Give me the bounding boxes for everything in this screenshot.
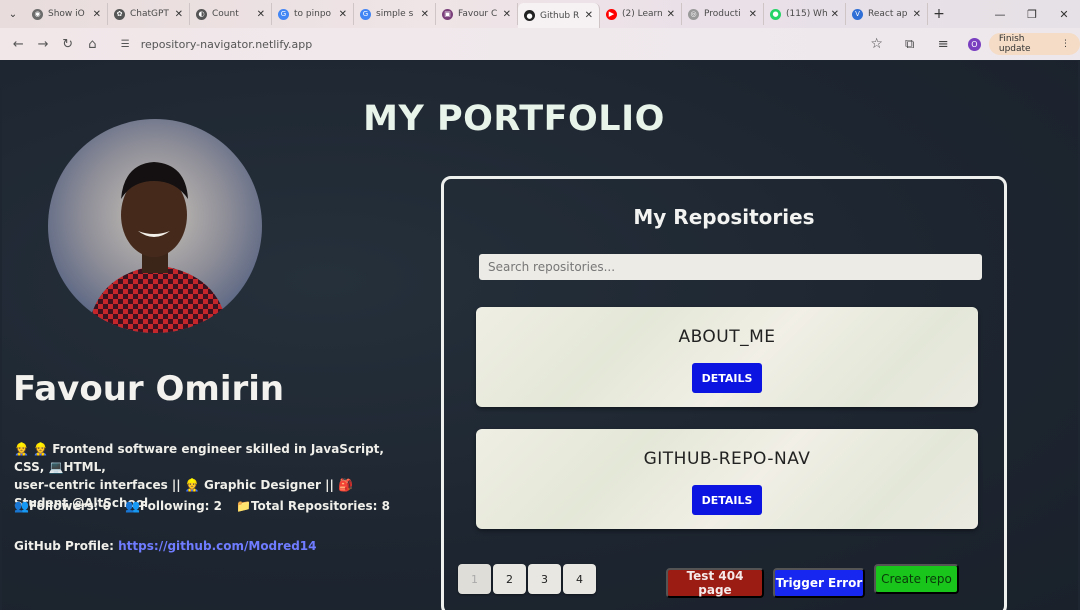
tab-favicon-icon: ◎ xyxy=(688,8,699,20)
tab-favicon-icon: ▣ xyxy=(442,8,453,20)
repository-search-input[interactable] xyxy=(479,254,982,280)
browser-tab[interactable]: ● (115) Wh ✕ xyxy=(764,3,846,25)
tab-close-icon[interactable]: ✕ xyxy=(503,9,511,20)
new-tab-button[interactable]: + xyxy=(928,6,950,22)
site-info-icon[interactable]: ☰ xyxy=(121,39,135,50)
bookmark-star-icon[interactable]: ☆ xyxy=(870,36,883,52)
page-button-3[interactable]: 3 xyxy=(528,564,561,594)
tab-label: Show iO xyxy=(48,9,85,19)
tab-label: Favour C xyxy=(458,9,498,19)
browser-tab[interactable]: ✿ ChatGPT ✕ xyxy=(108,3,190,25)
browser-tab[interactable]: ▶ (2) Learn ✕ xyxy=(600,3,682,25)
tab-close-icon[interactable]: ✕ xyxy=(667,9,675,20)
page-button-2[interactable]: 2 xyxy=(493,564,526,594)
tab-search-icon[interactable]: ⌄ xyxy=(0,0,26,28)
restore-icon[interactable]: ❐ xyxy=(1016,8,1048,21)
repositories-heading: My Repositories xyxy=(633,205,815,229)
tab-close-icon[interactable]: ✕ xyxy=(93,9,101,20)
tab-label: (115) Wh xyxy=(786,9,828,19)
tab-label: (2) Learn xyxy=(622,9,663,19)
profile-avatar[interactable]: O xyxy=(968,37,981,51)
tab-label: Producti xyxy=(704,9,741,19)
github-profile-label: GitHub Profile: xyxy=(14,539,119,553)
tab-close-icon[interactable]: ✕ xyxy=(585,10,593,21)
extensions-icon[interactable]: ⧉ xyxy=(893,37,927,52)
browser-tab[interactable]: ◎ Producti ✕ xyxy=(682,3,764,25)
tab-label: React ap xyxy=(868,9,908,19)
github-profile-link[interactable]: https://github.com/Modred14 xyxy=(118,539,316,553)
browser-tab[interactable]: Gsimple s ✕ xyxy=(354,3,436,25)
browser-tab[interactable]: ◉ Show iO ✕ xyxy=(26,3,108,25)
profile-name: Favour Omirin xyxy=(13,369,285,409)
profile-photo xyxy=(48,119,262,333)
tab-close-icon[interactable]: ✕ xyxy=(749,9,757,20)
tab-close-icon[interactable]: ✕ xyxy=(175,9,183,20)
tab-label: simple s xyxy=(376,9,414,19)
repo-details-button[interactable]: DETAILS xyxy=(692,363,762,393)
github-profile: GitHub Profile: https://github.com/Modre… xyxy=(14,539,317,553)
tab-label: to pinpo xyxy=(294,9,332,19)
tab-favicon-icon: G xyxy=(278,8,289,20)
bio-line-1: 👷 👷 Frontend software engineer skilled i… xyxy=(14,442,384,474)
tab-label: Count xyxy=(212,9,239,19)
trigger-error-button[interactable]: Trigger Error xyxy=(773,568,865,598)
browser-tab[interactable]: ▣ Favour C ✕ xyxy=(436,3,518,25)
media-queue-icon[interactable]: ≡ xyxy=(926,37,960,52)
address-bar[interactable]: ☰ repository-navigator.netlify.app ☆ xyxy=(113,32,893,56)
tab-label: Github R xyxy=(540,10,580,21)
back-icon[interactable]: ← xyxy=(6,37,31,52)
tab-favicon-icon: ● xyxy=(524,10,535,21)
minimize-icon[interactable]: — xyxy=(984,8,1016,21)
total-repositories: 📁Total Repositories: 8 xyxy=(236,499,391,513)
tab-favicon-icon: ✿ xyxy=(114,8,125,20)
tab-favicon-icon: ● xyxy=(770,8,781,20)
repo-name: GITHUB-REPO-NAV xyxy=(643,449,811,469)
create-repo-button[interactable]: Create repo xyxy=(874,564,959,594)
tab-favicon-icon: ◐ xyxy=(196,8,207,20)
tab-close-icon[interactable]: ✕ xyxy=(421,9,429,20)
tab-favicon-icon: G xyxy=(360,8,371,20)
tab-close-icon[interactable]: ✕ xyxy=(257,9,265,20)
pagination: 1 2 3 4 xyxy=(458,564,596,594)
repo-details-button[interactable]: DETAILS xyxy=(692,485,762,515)
browser-tab[interactable]: ● Github R ✕ xyxy=(518,3,600,28)
close-window-icon[interactable]: ✕ xyxy=(1048,8,1080,21)
test-404-button[interactable]: Test 404 page xyxy=(666,568,764,598)
tab-favicon-icon: ◉ xyxy=(32,8,43,20)
page-button-4[interactable]: 4 xyxy=(563,564,596,594)
reload-icon[interactable]: ↻ xyxy=(55,37,80,52)
profile-stats: 👥Followers: 0 👥Following: 2 📁Total Repos… xyxy=(14,499,390,513)
finish-update-label: Finish update xyxy=(998,34,1031,54)
following-count: 👥Following: 2 xyxy=(124,499,223,513)
browser-tab-bar: ⌄ ◉ Show iO ✕ ✿ ChatGPT ✕ ◐ Count ✕ Gto pinpo ✕ Gsi… xyxy=(0,0,1080,28)
profile-photo-art xyxy=(88,162,228,333)
url-text: repository-navigator.netlify.app xyxy=(140,37,313,51)
repositories-panel: My Repositories ABOUT_ME DETAILS GITHUB-… xyxy=(441,176,1007,610)
browser-tab[interactable]: V React ap ✕ xyxy=(846,3,928,25)
followers-count: 👥Followers: 0 xyxy=(14,499,111,513)
browser-tab[interactable]: ◐ Count ✕ xyxy=(190,3,272,25)
repo-card: ABOUT_ME DETAILS xyxy=(476,307,978,407)
page-button-1[interactable]: 1 xyxy=(458,564,491,594)
tab-close-icon[interactable]: ✕ xyxy=(913,9,921,20)
repo-name: ABOUT_ME xyxy=(678,327,776,347)
tab-label: ChatGPT xyxy=(130,9,169,19)
forward-icon[interactable]: → xyxy=(31,37,56,52)
finish-update-button[interactable]: Finish update ⋮ xyxy=(988,33,1080,55)
browser-tab[interactable]: Gto pinpo ✕ xyxy=(272,3,354,25)
repo-card: GITHUB-REPO-NAV DETAILS xyxy=(476,429,978,529)
tab-favicon-icon: ▶ xyxy=(606,8,617,20)
window-controls: — ❐ ✕ xyxy=(984,0,1080,28)
tab-favicon-icon: V xyxy=(852,8,863,20)
tab-close-icon[interactable]: ✕ xyxy=(339,9,347,20)
portfolio-page: MY PORTFOLIO Favour Omirin 👷 👷 Frontend … xyxy=(2,61,1078,610)
home-icon[interactable]: ⌂ xyxy=(80,37,105,52)
browser-toolbar: ← → ↻ ⌂ ☰ repository-navigator.netlify.a… xyxy=(0,28,1080,60)
tab-close-icon[interactable]: ✕ xyxy=(831,9,839,20)
